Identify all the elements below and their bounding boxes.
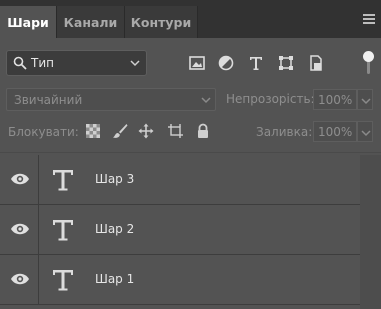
fill-input[interactable]: 100% [313, 121, 357, 142]
layer-name: Шар 2 [95, 222, 135, 236]
layers-list: Шар 3 Шар 2 Шар 1 [0, 155, 360, 309]
opacity-label: Непрозорість: [226, 92, 315, 106]
filter-toggle[interactable] [362, 50, 376, 78]
panel-menu-icon[interactable] [363, 14, 375, 24]
eye-icon[interactable] [10, 172, 30, 186]
artboard-icon[interactable] [167, 123, 183, 139]
text-layer-icon [53, 220, 73, 241]
layer-row[interactable]: Шар 1 [0, 255, 360, 305]
eye-icon[interactable] [10, 272, 30, 286]
tab-channels[interactable]: Канали [57, 6, 125, 38]
blend-mode-label: Звичайний [14, 92, 83, 107]
lock-transparent-pixels-icon[interactable] [85, 123, 101, 139]
filter-type-label: Тип [31, 56, 54, 70]
search-icon [13, 56, 27, 70]
layer-row[interactable]: Шар 3 [0, 155, 360, 205]
blend-mode-select[interactable]: Звичайний [6, 88, 216, 111]
fill-dropdown[interactable] [357, 121, 373, 142]
chevron-down-icon [130, 60, 140, 67]
filter-type-select[interactable]: Тип [6, 50, 147, 76]
move-icon[interactable] [138, 123, 154, 139]
tab-layers[interactable]: Шари [0, 6, 57, 38]
shape-icon[interactable] [277, 54, 295, 72]
text-layer-icon [53, 270, 73, 291]
opacity-dropdown[interactable] [357, 89, 373, 110]
chevron-down-icon [201, 97, 211, 104]
opacity-input[interactable]: 100% [313, 89, 357, 110]
smart-object-icon[interactable] [307, 54, 325, 72]
type-icon[interactable] [247, 54, 265, 72]
layer-name: Шар 3 [95, 172, 135, 186]
layer-name: Шар 1 [95, 272, 135, 286]
chevron-down-icon [361, 98, 371, 105]
adjustment-icon[interactable] [217, 54, 235, 72]
brush-icon[interactable] [112, 123, 128, 139]
lock-label: Блокувати: [8, 125, 79, 139]
chevron-down-icon [361, 130, 371, 137]
panel-tab-bar: Шари Канали Контури [0, 0, 381, 38]
fill-label: Заливка: [256, 125, 313, 139]
divider [0, 152, 381, 153]
layer-row[interactable]: Шар 2 [0, 205, 360, 255]
scrollbar[interactable] [360, 155, 381, 309]
lock-icon[interactable] [195, 123, 211, 139]
eye-icon[interactable] [10, 222, 30, 236]
text-layer-icon [53, 170, 73, 191]
image-icon[interactable] [188, 54, 206, 72]
tab-paths[interactable]: Контури [125, 6, 198, 38]
